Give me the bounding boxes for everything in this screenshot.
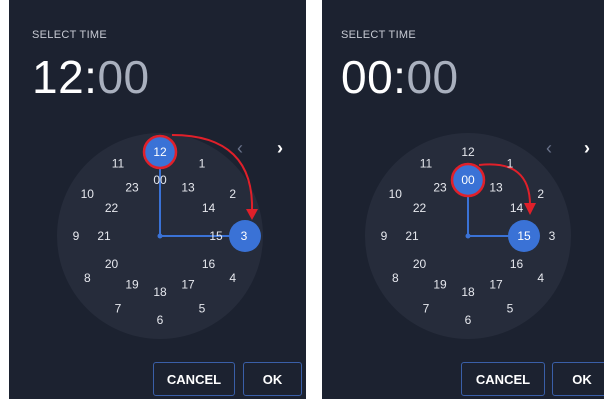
hours-value[interactable]: 12 xyxy=(32,51,84,103)
dial-number-outer[interactable]: 6 xyxy=(465,313,472,327)
dial-number-outer[interactable]: 9 xyxy=(73,229,80,243)
dial-number-inner[interactable]: 17 xyxy=(181,278,195,292)
dial-number-inner[interactable]: 17 xyxy=(489,278,503,292)
dial-number-inner[interactable]: 15 xyxy=(209,229,223,243)
dialog-title: SELECT TIME xyxy=(32,29,108,41)
clock-face: 121234567891011001314151617181920212223 xyxy=(57,133,263,339)
dial-number-outer[interactable]: 8 xyxy=(392,271,399,285)
dial-number-inner[interactable]: 23 xyxy=(125,181,139,195)
time-picker-dialog-left: SELECT TIME 12:00 ‹ › 12 1 2 3 4 5 6 7 8 9 10 11 00 1… xyxy=(9,0,306,399)
dial-number-outer[interactable]: 3 xyxy=(241,229,248,243)
dial-number-outer[interactable]: 9 xyxy=(381,229,388,243)
dial-number-outer[interactable]: 7 xyxy=(115,302,122,316)
time-display: 00:00 xyxy=(341,50,459,104)
minutes-value[interactable]: 00 xyxy=(97,51,149,103)
dial-number-outer[interactable]: 5 xyxy=(507,302,514,316)
dial-number-inner[interactable]: 00 xyxy=(153,173,167,187)
dial-number-outer[interactable]: 2 xyxy=(229,187,236,201)
dial-number-inner[interactable]: 16 xyxy=(510,257,524,271)
dial-number-outer[interactable]: 11 xyxy=(112,156,125,170)
dial-number-inner[interactable]: 16 xyxy=(202,257,216,271)
dial-number-inner[interactable]: 21 xyxy=(97,229,111,243)
dial-number-inner[interactable]: 14 xyxy=(510,201,524,215)
dial-number-outer[interactable]: 3 xyxy=(549,229,556,243)
dial-number-outer[interactable]: 4 xyxy=(229,271,236,285)
dial-number-inner[interactable]: 14 xyxy=(202,201,216,215)
ok-button[interactable]: OK xyxy=(243,362,302,396)
cancel-button[interactable]: CANCEL xyxy=(153,362,235,396)
dial-number-inner[interactable]: 20 xyxy=(413,257,427,271)
dial-number-outer[interactable]: 1 xyxy=(199,156,206,170)
dial-number-outer[interactable]: 8 xyxy=(84,271,91,285)
dial-number-outer[interactable]: 5 xyxy=(199,302,206,316)
dial-number-inner[interactable]: 22 xyxy=(105,201,119,215)
time-separator: : xyxy=(393,51,407,103)
dialog-title: SELECT TIME xyxy=(341,29,417,41)
dial-number-outer[interactable]: 1 xyxy=(507,156,514,170)
clock-dial[interactable]: 12 1 2 3 4 5 6 7 8 9 10 11 00 13 14 15 16 17 18 19 20 21 22 23 xyxy=(363,125,589,351)
dial-number-inner[interactable]: 15 xyxy=(517,229,531,243)
dial-number-inner[interactable]: 13 xyxy=(181,181,195,195)
hours-value[interactable]: 00 xyxy=(341,51,393,103)
dial-number-outer[interactable]: 4 xyxy=(537,271,544,285)
dial-number-inner[interactable]: 21 xyxy=(405,229,419,243)
time-display: 12:00 xyxy=(32,50,150,104)
dial-number-inner[interactable]: 23 xyxy=(433,181,447,195)
cancel-button[interactable]: CANCEL xyxy=(461,362,545,396)
dial-number-inner[interactable]: 19 xyxy=(125,278,139,292)
dial-number-outer[interactable]: 12 xyxy=(461,145,475,159)
dial-center xyxy=(157,233,163,239)
time-separator: : xyxy=(84,51,98,103)
dial-number-outer[interactable]: 2 xyxy=(537,187,544,201)
ok-button[interactable]: OK xyxy=(552,362,604,396)
dial-center xyxy=(465,233,471,239)
dial-number-inner[interactable]: 20 xyxy=(105,257,119,271)
clock-dial[interactable]: 12 1 2 3 4 5 6 7 8 9 10 11 00 13 14 15 16 17 18 19 20 21 22 23 xyxy=(55,125,281,351)
dial-number-inner[interactable]: 19 xyxy=(433,278,447,292)
minutes-value[interactable]: 00 xyxy=(406,51,458,103)
dial-number-outer[interactable]: 12 xyxy=(153,145,167,159)
dial-number-outer[interactable]: 10 xyxy=(81,187,95,201)
dial-number-outer[interactable]: 7 xyxy=(423,302,430,316)
dial-number-inner[interactable]: 00 xyxy=(461,173,475,187)
clock-face: 121234567891011001314151617181920212223 xyxy=(365,133,571,339)
dial-number-inner[interactable]: 18 xyxy=(153,285,167,299)
dial-number-inner[interactable]: 18 xyxy=(461,285,475,299)
dial-number-outer[interactable]: 10 xyxy=(389,187,403,201)
dial-number-outer[interactable]: 11 xyxy=(420,156,433,170)
dial-number-inner[interactable]: 13 xyxy=(489,181,503,195)
dial-number-outer[interactable]: 6 xyxy=(157,313,164,327)
time-picker-dialog-right: SELECT TIME 00:00 ‹ › 12 1 2 3 4 5 6 7 8 9 10 11 00 1… xyxy=(322,0,604,399)
dial-number-inner[interactable]: 22 xyxy=(413,201,427,215)
